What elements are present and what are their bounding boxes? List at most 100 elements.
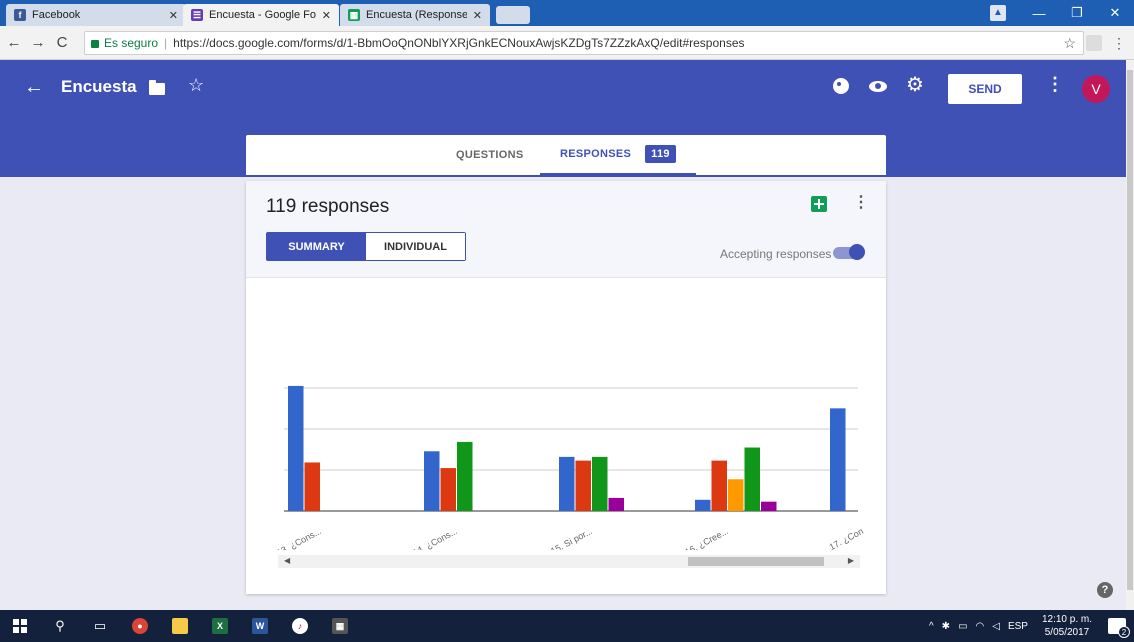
itunes-icon[interactable]: ♪ <box>280 610 320 642</box>
scrollbar-thumb[interactable] <box>688 557 824 566</box>
preview-eye-icon[interactable] <box>869 81 887 92</box>
category-label: 16. ¿Cree... <box>683 526 730 550</box>
category-label: 17. ¿Con <box>828 526 864 550</box>
tab-responses-label: RESPONSES <box>560 148 632 160</box>
chart-bar[interactable] <box>744 447 761 511</box>
new-tab-button[interactable] <box>496 6 530 24</box>
browser-tab-responses[interactable]: ▦ Encuesta (Responses) - G ✕ <box>340 4 490 26</box>
clock-time: 12:10 p. m. <box>1041 614 1092 625</box>
toolbar-right: ☆ ⋮ <box>1063 26 1126 60</box>
taskbar: ⚲ ▭ ● X W ♪ ▦ ^ ✱ ▭ ◠ ◁ ESP 12:10 p. m. … <box>0 610 1134 642</box>
help-icon[interactable]: ? <box>1097 582 1113 598</box>
tab-responses[interactable]: RESPONSES 119 <box>540 135 696 175</box>
close-icon[interactable]: ✕ <box>473 9 482 22</box>
chart-bar[interactable] <box>457 441 473 511</box>
close-window-icon[interactable]: ✕ <box>1096 5 1134 21</box>
summary-button[interactable]: SUMMARY <box>267 233 366 260</box>
forward-icon[interactable]: → <box>28 34 48 51</box>
browser-tab-forms[interactable]: ☰ Encuesta - Google Forms ✕ <box>183 4 339 26</box>
profile-icon[interactable]: ▲ <box>990 5 1006 21</box>
chart-bar[interactable] <box>711 460 728 511</box>
chart-scrollbar[interactable]: ◀ ▶ <box>278 555 860 568</box>
page-scrollbar[interactable] <box>1126 60 1134 610</box>
page-scrollbar-thumb[interactable] <box>1127 70 1133 590</box>
windows-icon <box>13 619 27 633</box>
back-arrow-icon[interactable]: ← <box>24 76 44 99</box>
chrome-icon[interactable]: ● <box>120 610 160 642</box>
minimize-icon[interactable]: — <box>1020 6 1058 21</box>
view-toggle: SUMMARY INDIVIDUAL <box>266 232 466 261</box>
forms-icon: ☰ <box>191 9 203 21</box>
chart-bar[interactable] <box>592 456 608 511</box>
separator: | <box>164 36 168 50</box>
category-label: 14. ¿Cons... <box>411 526 459 550</box>
url-field[interactable]: Es seguro | https://docs.google.com/form… <box>84 31 1084 55</box>
calculator-icon[interactable]: ▦ <box>320 610 360 642</box>
chart-bar[interactable] <box>440 468 457 511</box>
category-label: 13. ¿Cons... <box>275 526 323 550</box>
notifications-icon[interactable]: 2 <box>1108 618 1130 638</box>
bookmark-star-icon[interactable]: ☆ <box>1063 35 1076 52</box>
menu-icon[interactable]: ⋮ <box>1112 35 1126 52</box>
browser-tab-facebook[interactable]: f Facebook ✕ <box>6 4 186 26</box>
chart-bar[interactable] <box>424 451 440 511</box>
dropbox-icon[interactable]: ✱ <box>942 621 950 632</box>
chart-bar[interactable] <box>830 408 846 511</box>
chart-bar[interactable] <box>608 497 625 511</box>
notifications-count: 2 <box>1118 626 1130 638</box>
individual-button[interactable]: INDIVIDUAL <box>366 233 465 260</box>
form-title[interactable]: Encuesta <box>61 77 137 97</box>
chart-bar[interactable] <box>575 460 592 511</box>
maximize-icon[interactable]: ❐ <box>1058 5 1096 21</box>
word-icon[interactable]: W <box>240 610 280 642</box>
scroll-right-icon[interactable]: ▶ <box>848 556 854 565</box>
gear-icon[interactable]: ⚙ <box>906 72 924 97</box>
tab-title: Encuesta - Google Forms <box>209 9 316 21</box>
toggle-knob <box>849 244 865 260</box>
scroll-left-icon[interactable]: ◀ <box>284 556 290 565</box>
chart-bar[interactable] <box>695 499 711 511</box>
chart-bar[interactable] <box>728 479 744 511</box>
close-icon[interactable]: ✕ <box>322 9 331 22</box>
start-button[interactable] <box>0 610 40 642</box>
clock[interactable]: 12:10 p. m. 5/05/2017 <box>1042 613 1092 639</box>
search-icon[interactable]: ⚲ <box>40 610 80 642</box>
send-button[interactable]: SEND <box>948 74 1022 104</box>
responses-chart: 13. ¿Cons... 14. ¿Cons... 15. Si por... 16.… <box>275 385 864 550</box>
avatar[interactable]: V <box>1082 75 1110 103</box>
address-bar: ← → C Es seguro | https://docs.google.co… <box>0 26 1134 60</box>
url-text: https://docs.google.com/forms/d/1-BbmOoQ… <box>173 36 745 50</box>
chevron-up-icon[interactable]: ^ <box>929 621 934 632</box>
calculator-logo: ▦ <box>332 618 348 634</box>
excel-logo: X <box>212 618 228 634</box>
tab-questions[interactable]: QUESTIONS <box>456 135 524 175</box>
card-header: 119 responses ⋮ SUMMARY INDIVIDUAL Accep… <box>246 181 886 278</box>
task-view-icon[interactable]: ▭ <box>80 610 120 642</box>
accepting-responses-toggle[interactable] <box>833 244 865 260</box>
folder-icon[interactable] <box>149 80 165 95</box>
reload-icon[interactable]: C <box>52 34 72 51</box>
back-icon[interactable]: ← <box>4 34 24 51</box>
more-options-icon[interactable]: ⋮ <box>853 192 869 212</box>
star-icon[interactable]: ☆ <box>188 75 204 96</box>
volume-icon[interactable]: ◁ <box>992 621 1000 632</box>
chart-bar[interactable] <box>304 462 321 511</box>
tab-title: Encuesta (Responses) - G <box>366 9 467 21</box>
chart-bar[interactable] <box>559 456 575 511</box>
extension-icon[interactable] <box>1086 35 1102 51</box>
file-explorer-icon[interactable] <box>160 610 200 642</box>
wifi-icon[interactable]: ◠ <box>976 621 985 632</box>
close-icon[interactable]: ✕ <box>169 9 178 22</box>
more-options-icon[interactable]: ⋮ <box>1046 74 1064 95</box>
tab-title: Facebook <box>32 9 81 21</box>
music-logo: ♪ <box>292 618 308 634</box>
system-tray: ^ ✱ ▭ ◠ ◁ ESP 12:10 p. m. 5/05/2017 2 <box>929 610 1134 642</box>
battery-icon[interactable]: ▭ <box>958 621 967 632</box>
palette-icon[interactable] <box>833 78 849 94</box>
create-spreadsheet-icon[interactable] <box>811 196 827 212</box>
language-indicator[interactable]: ESP <box>1008 621 1028 632</box>
chart-bar[interactable] <box>761 501 777 511</box>
chart-bar[interactable] <box>288 385 304 511</box>
excel-icon[interactable]: X <box>200 610 240 642</box>
tab-questions-label: QUESTIONS <box>456 149 524 161</box>
